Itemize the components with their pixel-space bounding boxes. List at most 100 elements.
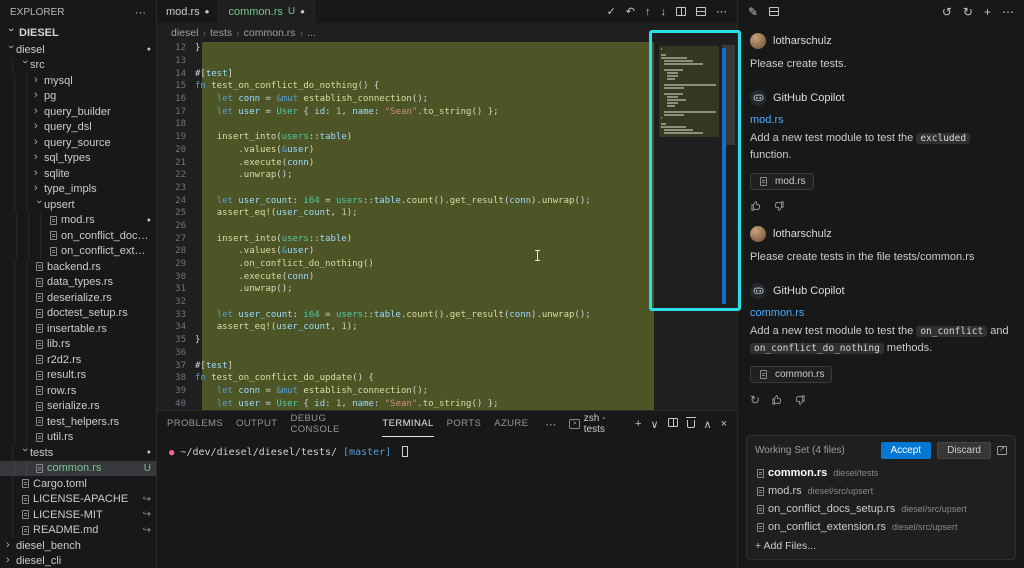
code-line[interactable]: 12} (157, 42, 657, 55)
tree-item-tests[interactable]: ›tests● (0, 445, 156, 461)
code-line[interactable]: 37#[test] (157, 359, 657, 372)
panel-tab-azure[interactable]: AZURE (494, 411, 528, 437)
tree-item-diesel[interactable]: ›diesel● (0, 42, 156, 58)
check-icon[interactable]: ✓ (607, 5, 616, 18)
chat-file-link[interactable]: common.rs (750, 307, 1012, 319)
code-line[interactable]: 24 let user_count: i64 = users::table.co… (157, 194, 657, 207)
code-line[interactable]: 17 let user = User { id: 1, name: "Sean"… (157, 105, 657, 118)
tree-item-query_builder[interactable]: ›query_builder (0, 104, 156, 120)
code-editor[interactable]: 12}1314#[test]15fn test_on_conflict_do_n… (157, 42, 737, 410)
code-line[interactable]: 20 .values(&user) (157, 144, 657, 157)
split-terminal-icon[interactable] (668, 418, 678, 430)
code-line[interactable]: 18 (157, 118, 657, 131)
breadcrumb[interactable]: diesel›tests›common.rs›... (157, 24, 737, 42)
accept-button[interactable]: Accept (881, 442, 932, 459)
working-set-item-mod.rs[interactable]: mod.rsdiesel/src/upsert (755, 482, 1007, 500)
code-line[interactable]: 33 let user_count: i64 = users::table.co… (157, 308, 657, 321)
tree-item-src[interactable]: ›src (0, 58, 156, 74)
tree-item-sqlite[interactable]: ›sqlite (0, 166, 156, 182)
close-panel-icon[interactable]: × (721, 418, 727, 430)
undo-edit-icon[interactable]: ↺ (942, 5, 952, 19)
tree-item-backend.rs[interactable]: backend.rs (0, 259, 156, 275)
tree-item-r2d2.rs[interactable]: r2d2.rs (0, 352, 156, 368)
tree-item-LICENSE-MIT[interactable]: LICENSE-MIT↪ (0, 507, 156, 523)
tree-item-data_types.rs[interactable]: data_types.rs (0, 275, 156, 291)
terminal-output[interactable]: ● ~/dev/diesel/diesel/tests/ [master] (157, 437, 737, 467)
code-line[interactable]: 30 .execute(conn) (157, 270, 657, 283)
panel-tab-output[interactable]: OUTPUT (236, 411, 277, 437)
chat-edits-icon[interactable]: ✎ (748, 5, 758, 19)
add-files-button[interactable]: + Add Files... (755, 540, 1007, 552)
terminal-profile-dropdown-icon[interactable]: ∨ (650, 418, 658, 431)
thumbs-down-icon[interactable] (773, 200, 785, 212)
tree-item-diesel_cli[interactable]: ›diesel_cli (0, 554, 156, 568)
tab-modified-dot-icon[interactable]: ● (300, 7, 305, 16)
open-session-icon[interactable] (769, 5, 779, 19)
tree-item-mysql[interactable]: ›mysql (0, 73, 156, 89)
more-chat-actions-icon[interactable]: ⋯ (1002, 5, 1014, 19)
tree-item-serialize.rs[interactable]: serialize.rs (0, 399, 156, 415)
code-line[interactable]: 22 .unwrap(); (157, 169, 657, 182)
panel-tab-ports[interactable]: PORTS (447, 411, 482, 437)
chat-file-link[interactable]: mod.rs (750, 114, 1012, 126)
working-set-item-on_conflict_extension.rs[interactable]: on_conflict_extension.rsdiesel/src/upser… (755, 518, 1007, 536)
tree-item-deserialize.rs[interactable]: deserialize.rs (0, 290, 156, 306)
tree-item-sql_types[interactable]: ›sql_types (0, 151, 156, 167)
code-line[interactable]: 35} (157, 334, 657, 347)
tree-item-test_helpers.rs[interactable]: test_helpers.rs (0, 414, 156, 430)
breadcrumb-item[interactable]: diesel (171, 27, 198, 39)
maximize-panel-icon[interactable]: ∧ (704, 418, 712, 431)
panel-overflow-icon[interactable]: ⋯ (545, 418, 556, 431)
tree-item-type_impls[interactable]: ›type_impls (0, 182, 156, 198)
terminal-session[interactable]: > zsh - tests (569, 413, 626, 435)
split-editor-icon[interactable] (676, 7, 686, 16)
panel-tab-debug-console[interactable]: DEBUG CONSOLE (290, 411, 369, 437)
minimap[interactable] (659, 46, 719, 137)
code-area[interactable]: 12}1314#[test]15fn test_on_conflict_do_n… (157, 42, 657, 410)
tree-item-query_dsl[interactable]: ›query_dsl (0, 120, 156, 136)
tree-item-on_conflict_extension.rs[interactable]: on_conflict_extension.rs (0, 244, 156, 260)
code-line[interactable]: 31 .unwrap(); (157, 283, 657, 296)
code-line[interactable]: 38fn test_on_conflict_do_update() { (157, 372, 657, 385)
tree-item-pg[interactable]: ›pg (0, 89, 156, 105)
new-chat-icon[interactable]: + (984, 5, 991, 19)
tree-item-insertable.rs[interactable]: insertable.rs (0, 321, 156, 337)
working-set-item-common.rs[interactable]: common.rsdiesel/tests (755, 464, 1007, 482)
code-line[interactable]: 29 .on_conflict_do_nothing() (157, 258, 657, 271)
code-line[interactable]: 25 assert_eq!(user_count, 1); (157, 207, 657, 220)
code-line[interactable]: 27 insert_into(users::table) (157, 232, 657, 245)
kill-terminal-icon[interactable] (687, 417, 695, 431)
editor-layout-icon[interactable] (696, 7, 706, 16)
code-line[interactable]: 23 (157, 182, 657, 195)
more-actions-icon[interactable]: ⋯ (716, 5, 727, 18)
next-change-icon[interactable]: ↓ (661, 6, 667, 18)
code-line[interactable]: 28 .values(&user) (157, 245, 657, 258)
thumbs-down-icon[interactable] (794, 394, 806, 406)
code-line[interactable]: 36 (157, 347, 657, 360)
tree-item-util.rs[interactable]: util.rs (0, 430, 156, 446)
thumbs-up-icon[interactable] (750, 200, 762, 212)
code-line[interactable]: 39 let conn = &mut establish_connection(… (157, 385, 657, 398)
tree-item-lib.rs[interactable]: lib.rs (0, 337, 156, 353)
tree-item-result.rs[interactable]: result.rs (0, 368, 156, 384)
breadcrumb-item[interactable]: tests (210, 27, 232, 39)
tree-item-query_source[interactable]: ›query_source (0, 135, 156, 151)
redo-edit-icon[interactable]: ↻ (963, 5, 973, 19)
code-line[interactable]: 13 (157, 55, 657, 68)
panel-tab-terminal[interactable]: TERMINAL (382, 411, 433, 437)
discard-icon[interactable]: ↶ (626, 5, 635, 18)
breadcrumb-item[interactable]: ... (307, 27, 316, 39)
tree-item-upsert[interactable]: ›upsert (0, 197, 156, 213)
tree-item-doctest_setup.rs[interactable]: doctest_setup.rs (0, 306, 156, 322)
code-line[interactable]: 16 let conn = &mut establish_connection(… (157, 93, 657, 106)
view-all-edits-icon[interactable] (997, 446, 1007, 455)
panel-tab-problems[interactable]: PROBLEMS (167, 411, 223, 437)
tab-mod.rs[interactable]: mod.rs● (157, 0, 219, 23)
tree-item-README.md[interactable]: README.md↪ (0, 523, 156, 539)
workspace-section-header[interactable]: › DIESEL (0, 24, 156, 42)
tree-item-Cargo.toml[interactable]: Cargo.toml (0, 476, 156, 492)
code-line[interactable]: 21 .execute(conn) (157, 156, 657, 169)
tab-modified-dot-icon[interactable]: ● (205, 7, 210, 16)
code-line[interactable]: 14#[test] (157, 67, 657, 80)
code-line[interactable]: 26 (157, 220, 657, 233)
